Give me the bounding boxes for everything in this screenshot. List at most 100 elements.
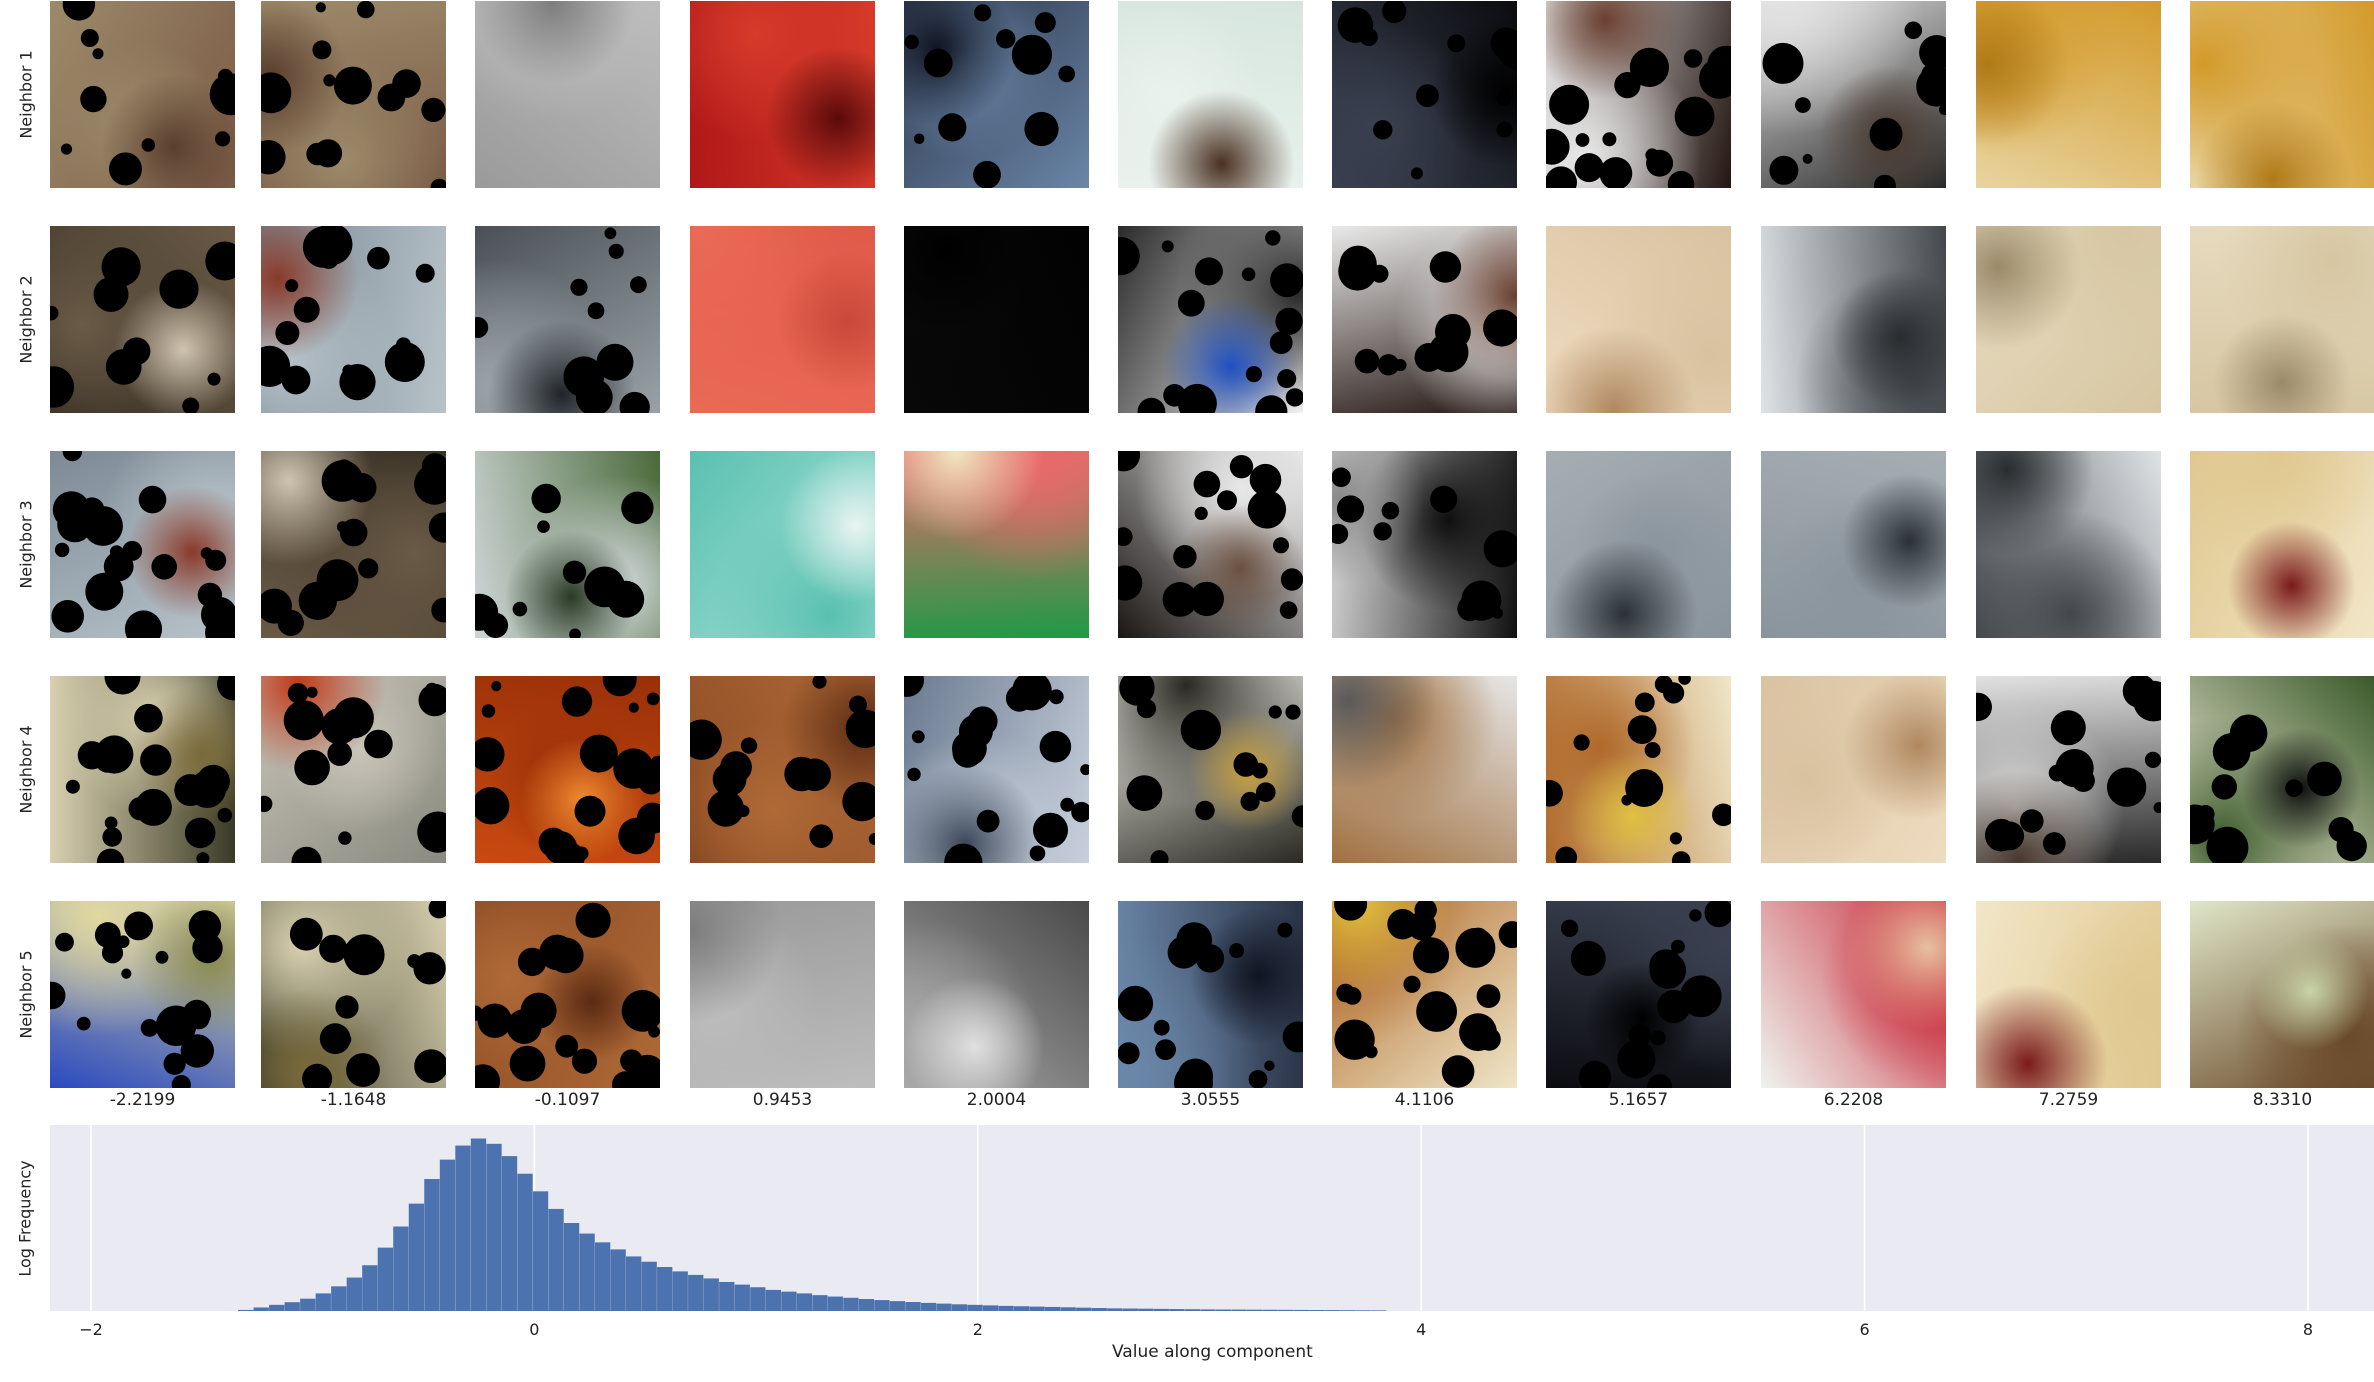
- histogram-bar: [1308, 1310, 1325, 1311]
- histogram-bar: [1060, 1307, 1076, 1311]
- neighbor-thumbnail: [1976, 676, 2161, 863]
- neighbor-thumbnail: [1546, 901, 1731, 1088]
- thumbnail-scene: [1118, 226, 1303, 413]
- histogram-bar: [781, 1291, 797, 1311]
- histogram-bar: [486, 1143, 502, 1311]
- histogram-bar: [238, 1309, 254, 1311]
- histogram-bar: [1013, 1306, 1030, 1311]
- histogram-bar: [905, 1302, 921, 1311]
- row-label-neighbor-5: Neighbor 5: [14, 901, 38, 1088]
- thumbnail-scene: [1761, 226, 1946, 413]
- neighbor-thumbnail: [1118, 1, 1303, 188]
- histogram-bar: [688, 1274, 704, 1311]
- thumbnail-scene: [475, 901, 660, 1088]
- neighbor-thumbnail: [2190, 1, 2374, 188]
- histogram-bar: [408, 1203, 425, 1311]
- thumbnail-scene: [1976, 226, 2161, 413]
- histogram-bar: [1277, 1309, 1294, 1311]
- row-label-text: Neighbor 4: [16, 725, 36, 814]
- column-value-label: -2.2199: [109, 1090, 176, 1110]
- histogram-bar: [610, 1249, 626, 1311]
- histogram-panel: [50, 1125, 2374, 1311]
- histogram-svg: [90, 1125, 2309, 1311]
- thumbnail-scene: [904, 901, 1089, 1088]
- histogram-bar: [1029, 1306, 1045, 1311]
- thumbnail-scene: [1332, 901, 1517, 1088]
- x-axis-label: Value along component: [1112, 1342, 1313, 1362]
- neighbor-thumbnail: [1332, 226, 1517, 413]
- neighbor-thumbnail: [1976, 901, 2161, 1088]
- row-label-neighbor-3: Neighbor 3: [14, 451, 38, 638]
- neighbor-thumbnail: [1118, 901, 1303, 1088]
- histogram-bar: [1138, 1308, 1154, 1311]
- thumbnail-scene: [1976, 1, 2161, 188]
- neighbor-thumbnail: [1118, 451, 1303, 638]
- histogram-bar: [858, 1299, 875, 1311]
- thumbnail-scene: [1118, 1, 1303, 188]
- histogram-bar: [734, 1284, 750, 1311]
- histogram-bar: [1153, 1308, 1169, 1311]
- thumbnail-scene: [1332, 451, 1517, 638]
- histogram-bar: [501, 1156, 518, 1311]
- neighbor-thumbnail: [1761, 226, 1946, 413]
- thumbnail-scene: [1761, 676, 1946, 863]
- thumbnail-scene: [1118, 676, 1303, 863]
- neighbor-thumbnail: [690, 1, 875, 188]
- thumbnail-scene: [2190, 901, 2374, 1088]
- histogram-bar: [967, 1304, 983, 1311]
- histogram-bar: [1231, 1309, 1247, 1311]
- neighbor-thumbnail: [690, 676, 875, 863]
- thumbnail-scene: [1976, 676, 2161, 863]
- column-value-label: 8.3310: [2252, 1090, 2313, 1110]
- thumbnail-scene: [1546, 451, 1731, 638]
- thumbnail-scene: [690, 226, 875, 413]
- histogram-bar: [1355, 1310, 1371, 1311]
- thumbnail-scene: [904, 226, 1089, 413]
- row-label-neighbor-2: Neighbor 2: [14, 226, 38, 413]
- neighbor-thumbnail: [690, 451, 875, 638]
- thumbnail-scene: [690, 901, 875, 1088]
- histogram-bar: [703, 1278, 719, 1311]
- histogram-bar: [641, 1261, 657, 1311]
- thumbnail-scene: [2190, 226, 2374, 413]
- histogram-bar: [470, 1138, 487, 1311]
- histogram-bar: [889, 1301, 906, 1311]
- histogram-bar: [1370, 1310, 1387, 1311]
- thumbnail-scene: [261, 1, 446, 188]
- column-value-label: 7.2759: [2038, 1090, 2099, 1110]
- histogram-bar: [827, 1296, 844, 1311]
- neighbor-thumbnail: [1761, 901, 1946, 1088]
- histogram-bar: [1045, 1306, 1061, 1311]
- histogram-bar: [331, 1286, 347, 1311]
- histogram-bar: [750, 1287, 766, 1311]
- neighbor-thumbnail: [475, 451, 660, 638]
- row-label-text: Neighbor 3: [16, 500, 36, 589]
- histogram-bar: [594, 1242, 611, 1311]
- x-tick-label: −2: [79, 1320, 103, 1339]
- neighbor-thumbnail: [475, 226, 660, 413]
- row-label-text: Neighbor 1: [16, 50, 36, 139]
- thumbnail-scene: [261, 226, 446, 413]
- thumbnail-scene: [1761, 901, 1946, 1088]
- thumbnail-scene: [1118, 901, 1303, 1088]
- thumbnail-scene: [261, 901, 446, 1088]
- neighbor-thumbnail: [1118, 676, 1303, 863]
- thumbnail-scene: [1761, 1, 1946, 188]
- thumbnail-scene: [1332, 676, 1517, 863]
- histogram-bar: [812, 1295, 828, 1311]
- thumbnail-scene: [1118, 451, 1303, 638]
- histogram-bar: [1107, 1308, 1123, 1311]
- histogram-bar: [1091, 1308, 1107, 1311]
- thumbnail-scene: [475, 226, 660, 413]
- neighbor-thumbnail: [1546, 676, 1731, 863]
- histogram-bar: [874, 1300, 890, 1311]
- thumbnail-scene: [690, 1, 875, 188]
- neighbor-thumbnail: [1761, 451, 1946, 638]
- histogram-bar: [377, 1247, 393, 1311]
- column-value-label: -1.1648: [320, 1090, 387, 1110]
- neighbor-thumbnail: [2190, 226, 2374, 413]
- thumbnail-scene: [2190, 451, 2374, 638]
- neighbor-thumbnail: [904, 226, 1089, 413]
- histogram-bar: [284, 1302, 300, 1311]
- thumbnail-scene: [690, 676, 875, 863]
